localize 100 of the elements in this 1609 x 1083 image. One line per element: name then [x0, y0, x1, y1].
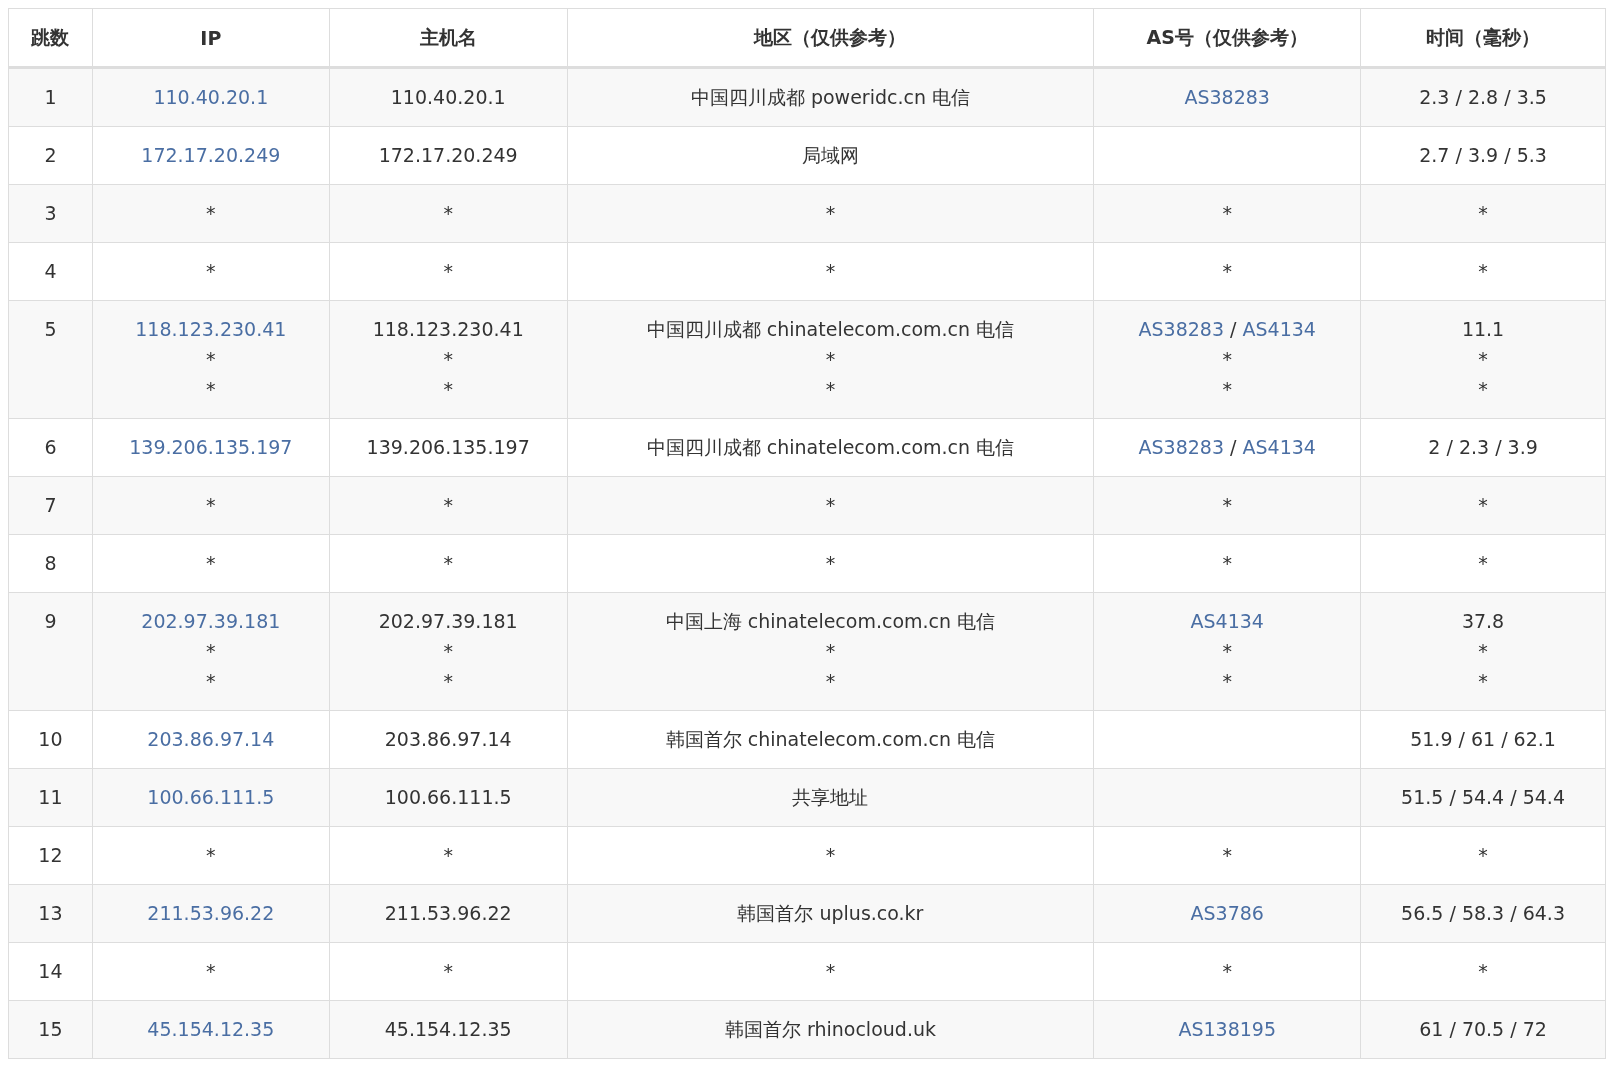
cell-text: * [206, 552, 216, 574]
cell-text: * [825, 348, 836, 370]
hop-number: 15 [38, 1018, 63, 1040]
hop-number: 5 [44, 318, 57, 340]
hop-number: 7 [44, 494, 57, 516]
cell-text: * [1222, 378, 1232, 400]
cell-text: / [1230, 436, 1237, 458]
cell-text: * [825, 552, 836, 574]
cell-text: 中国上海 chinatelecom.com.cn 电信 [665, 610, 996, 632]
hop-number: 9 [44, 610, 57, 632]
cell-text: * [443, 348, 453, 370]
cell-text: 中国四川成都 chinatelecom.com.cn 电信 [646, 318, 1015, 340]
cell-text: * [1222, 960, 1232, 982]
cell-text: * [1222, 202, 1232, 224]
table-link[interactable]: AS4134 [1242, 318, 1316, 340]
cell-text: * [1222, 670, 1232, 692]
cell-text: * [825, 378, 836, 400]
cell-text: 118.123.230.41 [372, 318, 524, 340]
table-link[interactable]: AS38283 [1184, 86, 1270, 108]
cell-text: * [1478, 640, 1488, 662]
cell-text: * [443, 378, 453, 400]
cell-text: * [1478, 494, 1488, 516]
cell-text: 202.97.39.181 [378, 610, 518, 632]
cell-text: 51.5 / 54.4 / 54.4 [1401, 786, 1565, 808]
cell-text: 37.8 [1461, 610, 1505, 632]
cell-text: 56.5 / 58.3 / 64.3 [1401, 902, 1565, 924]
cell-text: * [1478, 348, 1488, 370]
cell-text: * [1478, 260, 1488, 282]
cell-text: * [206, 260, 216, 282]
cell-text: * [825, 494, 836, 516]
cell-text: * [1478, 552, 1488, 574]
cell-text: * [1478, 844, 1488, 866]
cell-text: * [206, 202, 216, 224]
cell-text: * [825, 960, 836, 982]
table-link[interactable]: AS38283 [1138, 436, 1224, 458]
hop-number: 1 [44, 86, 57, 108]
cell-text: * [206, 640, 216, 662]
cell-text: 韩国首尔 uplus.co.kr [737, 902, 924, 924]
hop-number: 3 [44, 202, 57, 224]
cell-text: 2 / 2.3 / 3.9 [1428, 436, 1538, 458]
cell-text: * [825, 260, 836, 282]
table-link[interactable]: AS138195 [1178, 1018, 1276, 1040]
cell-text: 51.9 / 61 / 62.1 [1410, 728, 1556, 750]
cell-text: * [443, 260, 453, 282]
cell-text: 211.53.96.22 [384, 902, 512, 924]
table-link[interactable]: AS3786 [1190, 902, 1264, 924]
cell-text: 2.7 / 3.9 / 5.3 [1419, 144, 1547, 166]
cell-text: * [443, 494, 453, 516]
cell-text: * [1222, 844, 1232, 866]
cell-text: * [825, 670, 836, 692]
cell-text: * [443, 844, 453, 866]
cell-text: * [206, 960, 216, 982]
cell-text: * [206, 348, 216, 370]
cell-text: * [1478, 202, 1488, 224]
cell-text: 韩国首尔 rhinocloud.uk [724, 1018, 936, 1040]
table-link[interactable]: 118.123.230.41 [135, 318, 287, 340]
cell-text: * [206, 494, 216, 516]
hop-number: 2 [44, 144, 57, 166]
cell-text: 61 / 70.5 / 72 [1419, 1018, 1547, 1040]
hop-number: 13 [38, 902, 63, 924]
hop-number: 8 [44, 552, 57, 574]
cell-text: 韩国首尔 chinatelecom.com.cn 电信 [665, 728, 996, 750]
cell-text: * [1222, 640, 1232, 662]
hop-number: 14 [38, 960, 63, 982]
cell-text: 139.206.135.197 [366, 436, 530, 458]
cell-text: 11.1 [1461, 318, 1505, 340]
cell-text: * [1222, 494, 1232, 516]
cell-text: * [1222, 260, 1232, 282]
hop-number: 4 [44, 260, 57, 282]
cell-text: * [825, 640, 836, 662]
cell-text: 共享地址 [792, 786, 869, 808]
cell-text: * [206, 670, 216, 692]
hop-number: 11 [38, 786, 63, 808]
cell-text: * [1222, 552, 1232, 574]
table-link[interactable]: 110.40.20.1 [153, 86, 269, 108]
cell-text: 45.154.12.35 [384, 1018, 512, 1040]
cell-text: 172.17.20.249 [378, 144, 518, 166]
cell-text: * [206, 844, 216, 866]
table-link[interactable]: 202.97.39.181 [141, 610, 281, 632]
cell-text: 局域网 [801, 144, 859, 166]
table-link[interactable]: AS38283 [1138, 318, 1224, 340]
cell-text: * [443, 960, 453, 982]
cell-text: * [1222, 348, 1232, 370]
cell-text: * [443, 552, 453, 574]
cell-text: 2.3 / 2.8 / 3.5 [1419, 86, 1547, 108]
cell-text: * [825, 202, 836, 224]
cell-text: / [1230, 318, 1237, 340]
cell-text: 中国四川成都 chinatelecom.com.cn 电信 [646, 436, 1015, 458]
cell-text: * [443, 670, 453, 692]
table-link[interactable]: AS4134 [1242, 436, 1316, 458]
cell-text: * [443, 202, 453, 224]
cell-text: * [1478, 378, 1488, 400]
cell-text: * [206, 378, 216, 400]
hop-number: 6 [44, 436, 57, 458]
cell-text: * [1478, 960, 1488, 982]
cell-text: 110.40.20.1 [390, 86, 506, 108]
hop-number: 12 [38, 844, 63, 866]
cell-text: * [1478, 670, 1488, 692]
cell-text: 203.86.97.14 [384, 728, 512, 750]
table-link[interactable]: AS4134 [1190, 610, 1264, 632]
